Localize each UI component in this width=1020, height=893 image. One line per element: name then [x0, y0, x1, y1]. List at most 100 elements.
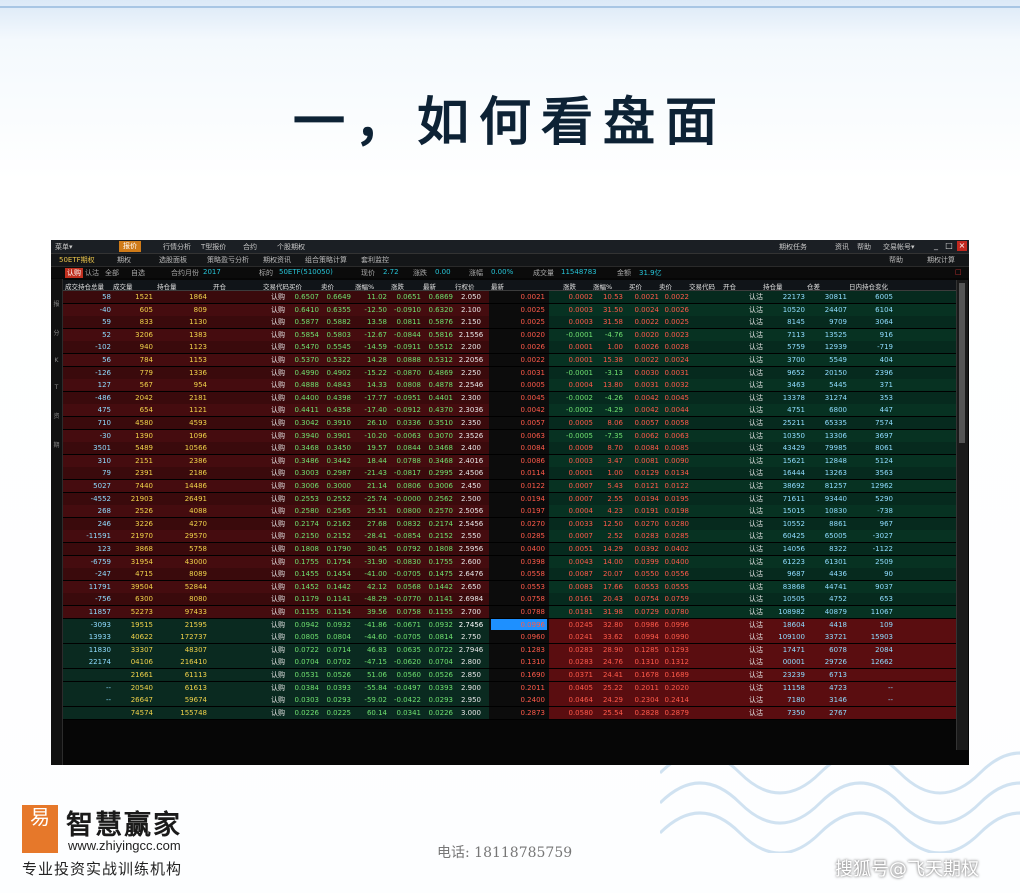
cell-col-5: 0.4400 [294, 393, 320, 402]
nav-analysis[interactable]: 行情分析 [163, 242, 191, 252]
table-row[interactable]: 58 1521 1864 认购 0.6507 0.6649 11.02 0.0651 0.686… [63, 291, 956, 304]
cell-col-8: 0.0635 [396, 645, 422, 654]
cell-col-10: 2.3526 [458, 431, 484, 440]
option-task-link[interactable]: 期权任务 [779, 242, 807, 252]
tab-arbitrage[interactable]: 套利监控 [361, 255, 389, 265]
table-row[interactable]: -3093 19515 21595 认购 0.0942 0.0932 -41.86 -0.06… [63, 618, 956, 632]
scroll-indicator[interactable]: □ [955, 268, 962, 276]
table-row[interactable]: 5027 7440 14486 认购 0.3006 0.3000 21.14 0.0806 0.… [63, 480, 956, 493]
cell-col-11: 0.0025 [520, 305, 546, 314]
tab-50etf-option[interactable]: 50ETF期权 [59, 255, 95, 265]
nav-quote[interactable]: 报价 [119, 241, 141, 252]
news-link[interactable]: 资讯 [835, 242, 849, 252]
sidebar-item-kline[interactable]: K [51, 357, 62, 364]
table-row[interactable]: -102 940 1123 认购 0.5470 0.5545 -14.59 -0.0911 0.… [63, 341, 956, 355]
table-row[interactable]: 475 654 1121 认购 0.4411 0.4358 -17.40 -0.0912 0.4… [63, 404, 956, 418]
header-col-8[interactable]: 涨跌 [391, 281, 404, 291]
header-col-1[interactable]: 成交量 [113, 281, 133, 291]
header-col-5[interactable]: 买价 [289, 281, 302, 291]
header-col-3[interactable]: 开仓 [213, 281, 226, 291]
cell-col-12: 0.0001 [568, 356, 594, 364]
header-col-13[interactable]: 涨幅% [593, 281, 612, 291]
maximize-button[interactable]: □ [944, 241, 954, 251]
table-row[interactable]: 21661 61113 认购 0.0531 0.0526 51.06 0.0560 0.052… [63, 669, 956, 682]
table-row[interactable]: 3501 5489 10566 认购 0.3468 0.3450 19.57 0.0844 0.… [63, 442, 956, 456]
table-row[interactable]: -- 26647 59674 认购 0.0303 0.0293 -59.02 -0.0422 0… [63, 694, 956, 708]
sidebar-item-quote[interactable]: 报 [51, 299, 62, 308]
header-col-16[interactable]: 交易代码 [689, 281, 715, 291]
table-row[interactable]: 22174 04106 216410 认购 0.0704 0.0702 -47.15 -0.0… [63, 656, 956, 670]
table-scrollbar[interactable] [956, 280, 968, 750]
cell-col-2: 97433 [184, 608, 207, 616]
sidebar-item-t[interactable]: T [51, 384, 62, 391]
tab-option-news[interactable]: 期权资讯 [263, 255, 291, 265]
header-col-20[interactable]: 日内持仓变化 [849, 281, 888, 291]
filter-call[interactable]: 认购 [65, 268, 83, 278]
header-col-12[interactable]: 涨跌 [563, 281, 576, 291]
scrollbar-thumb[interactable] [959, 283, 965, 443]
header-col-11[interactable]: 最新 [491, 281, 504, 291]
cell-col-9: 0.3006 [428, 482, 454, 490]
table-row[interactable]: 123 3868 5758 认购 0.1808 0.1790 30.45 0.0792 0.18… [63, 543, 956, 556]
table-row[interactable]: -756 6300 8080 认购 0.1179 0.1141 -48.29 -0.0770 0… [63, 593, 956, 607]
sidebar-item-timeshare[interactable]: 分 [51, 328, 62, 337]
table-row[interactable]: 11830 33307 48307 认购 0.0722 0.0714 46.83 0.0635… [63, 643, 956, 657]
help-link[interactable]: 帮助 [857, 242, 871, 252]
header-col-14[interactable]: 买价 [629, 281, 642, 291]
tab-strategy-pnl[interactable]: 策略盈亏分析 [207, 255, 249, 265]
table-row[interactable]: 310 2151 2386 认购 0.3486 0.3442 18.44 0.0788 0.34… [63, 454, 956, 468]
header-col-10[interactable]: 行权价 [455, 281, 475, 291]
table-row[interactable]: -11591 21970 29570 认购 0.2150 0.2152 -28.41 -0.0… [63, 530, 956, 544]
table-row[interactable]: 56 784 1153 认购 0.5370 0.5322 14.28 0.0888 0.5312… [63, 354, 956, 367]
header-col-6[interactable]: 卖价 [321, 281, 334, 291]
table-row[interactable]: -247 4715 8089 认购 0.1455 0.1454 -41.00 -0.0705 0… [63, 568, 956, 582]
cell-col-17: 认沽 [749, 456, 763, 465]
minimize-button[interactable]: _ [931, 241, 941, 251]
table-row[interactable]: -40 605 809 认购 0.6410 0.6355 -12.50 -0.0910 0.63… [63, 303, 956, 317]
table-row[interactable]: 710 4580 4593 认购 0.3042 0.3910 26.10 0.0336 0.35… [63, 417, 956, 430]
table-row[interactable]: 79 2391 2186 认购 0.3003 0.2987 -21.43 -0.0817 0.2… [63, 467, 956, 481]
nav-t-quote[interactable]: T型报价 [201, 242, 226, 252]
header-col-7[interactable]: 涨幅% [355, 281, 374, 291]
header-col-9[interactable]: 最新 [423, 281, 436, 291]
table-row[interactable]: 11857 52273 97433 认购 0.1155 0.1154 39.56 0.0758… [63, 606, 956, 619]
account-dropdown[interactable]: 交易帐号▾ [883, 242, 915, 252]
option-calc-tab[interactable]: 期权计算 [927, 255, 955, 265]
filter-all[interactable]: 全部 [105, 268, 119, 278]
table-row[interactable]: -4552 21903 26491 认购 0.2553 0.2552 -25.74 -0.00… [63, 492, 956, 506]
sidebar-item-info[interactable]: 资 [51, 411, 62, 420]
table-row[interactable]: 246 3226 4270 认购 0.2174 0.2162 27.68 0.0832 0.21… [63, 517, 956, 531]
tab-stock-panel[interactable]: 选股面板 [159, 255, 187, 265]
month-value[interactable]: 2017 [203, 268, 221, 276]
nav-stock-option[interactable]: 个股期权 [277, 242, 305, 252]
header-col-2[interactable]: 持仓量 [157, 281, 177, 291]
table-row[interactable]: -6759 31954 43000 认购 0.1755 0.1754 -31.90 -0.08… [63, 555, 956, 569]
tab-combo-calc[interactable]: 组合策略计算 [305, 255, 347, 265]
table-row[interactable]: 127 567 954 认购 0.4888 0.4843 14.33 0.0808 0.4878… [63, 379, 956, 393]
cell-col-9: 0.0932 [428, 620, 454, 629]
header-col-15[interactable]: 卖价 [659, 281, 672, 291]
table-row[interactable]: -30 1390 1096 认购 0.3940 0.3901 -10.20 -0.0063 0.… [63, 429, 956, 443]
close-button[interactable]: × [957, 241, 967, 251]
table-row[interactable]: 268 2526 4088 认购 0.2580 0.2565 25.51 0.0800 0.25… [63, 505, 956, 519]
filter-watchlist[interactable]: 自选 [131, 268, 145, 278]
filter-put[interactable]: 认沽 [85, 268, 99, 278]
header-col-0[interactable]: 成交持仓总量 [65, 281, 104, 291]
menu-button[interactable]: 菜单▾ [55, 242, 73, 252]
tab-option[interactable]: 期权 [117, 255, 131, 265]
sidebar-item-option[interactable]: 期 [51, 440, 62, 449]
table-row[interactable]: 13933 40622 172737 认购 0.0805 0.0804 -44.60 -0.0… [63, 631, 956, 645]
table-row[interactable]: 74574 155748 认购 0.0226 0.0225 60.14 0.0341 0.02… [63, 706, 956, 720]
header-col-18[interactable]: 持仓量 [763, 281, 783, 291]
help-tab[interactable]: 帮助 [889, 255, 903, 265]
table-row[interactable]: 11791 39504 52844 认购 0.1452 0.1442 42.12 0.0568… [63, 580, 956, 594]
table-row[interactable]: 52 3206 1383 认购 0.5854 0.5803 -12.67 -0.0844 0.5… [63, 328, 956, 342]
header-col-19[interactable]: 仓差 [807, 281, 820, 291]
header-col-17[interactable]: 开仓 [723, 281, 736, 291]
header-col-4[interactable]: 交易代码 [263, 281, 289, 291]
nav-contract[interactable]: 合约 [243, 242, 257, 252]
table-row[interactable]: -126 779 1336 认购 0.4990 0.4902 -15.22 -0.0870 0.… [63, 366, 956, 380]
table-row[interactable]: -486 2042 2181 认购 0.4400 0.4398 -17.77 -0.0951 0… [63, 391, 956, 405]
table-row[interactable]: 59 833 1130 认购 0.5877 0.5882 13.58 0.0811 0.5876… [63, 316, 956, 330]
table-row[interactable]: -- 20540 61613 认购 0.0384 0.0393 -55.84 -0.0497 0… [63, 681, 956, 695]
